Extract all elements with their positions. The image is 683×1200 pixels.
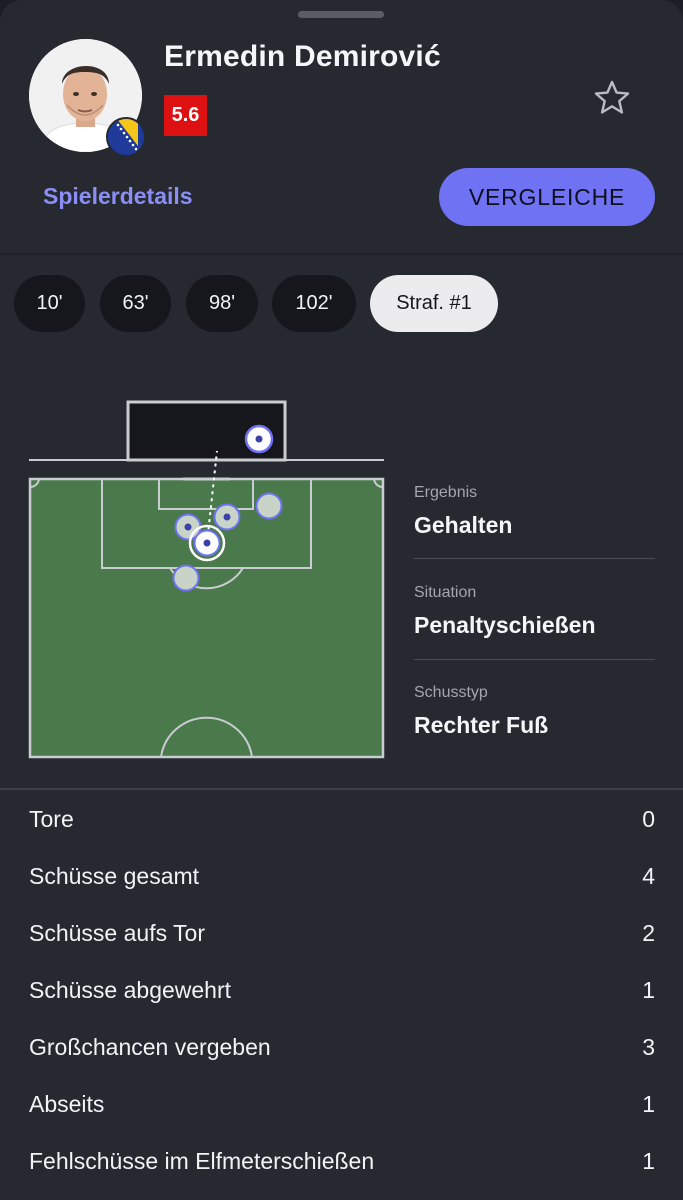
- stat-value: 1: [642, 1148, 655, 1174]
- player-details-link[interactable]: Spielerdetails: [43, 183, 193, 210]
- star-outline-icon[interactable]: [592, 78, 632, 118]
- goal-frame: [29, 400, 384, 462]
- goal-shot-marker: [244, 424, 274, 454]
- shot-marker[interactable]: [213, 503, 241, 531]
- stat-label: Schüsse abgewehrt: [29, 977, 232, 1003]
- stat-label: Schüsse aufs Tor: [29, 920, 206, 946]
- situation-value: Penaltyschießen: [414, 612, 596, 638]
- pitch: [28, 477, 385, 759]
- selected-shot-marker[interactable]: [188, 524, 226, 562]
- stat-value: 3: [642, 1034, 655, 1060]
- stats-divider: [0, 788, 683, 790]
- shot-marker[interactable]: [255, 492, 283, 520]
- stat-row: Abseits 1: [29, 1091, 655, 1125]
- situation-label: Situation: [414, 584, 477, 601]
- bosnia-flag-icon: [106, 117, 146, 157]
- info-divider: [414, 558, 655, 559]
- stat-value: 0: [642, 806, 655, 832]
- compare-button[interactable]: VERGLEICHE: [439, 168, 655, 226]
- info-divider: [414, 659, 655, 660]
- player-sheet: Ermedin Demirović 5.6 Spielerdetails VER…: [0, 0, 683, 1200]
- shot-marker[interactable]: [172, 564, 200, 592]
- shot-chip[interactable]: 10': [14, 275, 85, 332]
- stat-row: Schüsse gesamt 4: [29, 863, 655, 897]
- stat-label: Fehlschüsse im Elfmeterschießen: [29, 1148, 375, 1174]
- result-value: Gehalten: [414, 512, 513, 538]
- stat-row: Tore 0: [29, 806, 655, 840]
- stat-row: Großchancen vergeben 3: [29, 1034, 655, 1068]
- stat-row: Fehlschüsse im Elfmeterschießen 1: [29, 1148, 655, 1182]
- stat-value: 4: [642, 863, 655, 889]
- stat-label: Tore: [29, 806, 74, 832]
- player-name: Ermedin Demirović: [164, 40, 441, 73]
- shot-map: [28, 400, 385, 759]
- stat-value: 1: [642, 1091, 655, 1117]
- player-rating-badge: 5.6: [164, 95, 207, 136]
- shot-type-value: Rechter Fuß: [414, 712, 549, 738]
- stat-value: 1: [642, 977, 655, 1003]
- result-label: Ergebnis: [414, 484, 478, 501]
- shot-chip-active[interactable]: Straf. #1: [370, 275, 498, 332]
- shot-chip[interactable]: 63': [100, 275, 171, 332]
- stat-label: Abseits: [29, 1091, 105, 1117]
- header-divider: [0, 253, 683, 255]
- shot-type-label: Schusstyp: [414, 684, 488, 701]
- stat-row: Schüsse abgewehrt 1: [29, 977, 655, 1011]
- stat-row: Schüsse aufs Tor 2: [29, 920, 655, 954]
- shot-chip[interactable]: 102': [272, 275, 356, 332]
- stat-label: Großchancen vergeben: [29, 1034, 271, 1060]
- stat-label: Schüsse gesamt: [29, 863, 200, 889]
- drag-handle[interactable]: [298, 11, 384, 18]
- stat-value: 2: [642, 920, 655, 946]
- shot-chip[interactable]: 98': [186, 275, 258, 332]
